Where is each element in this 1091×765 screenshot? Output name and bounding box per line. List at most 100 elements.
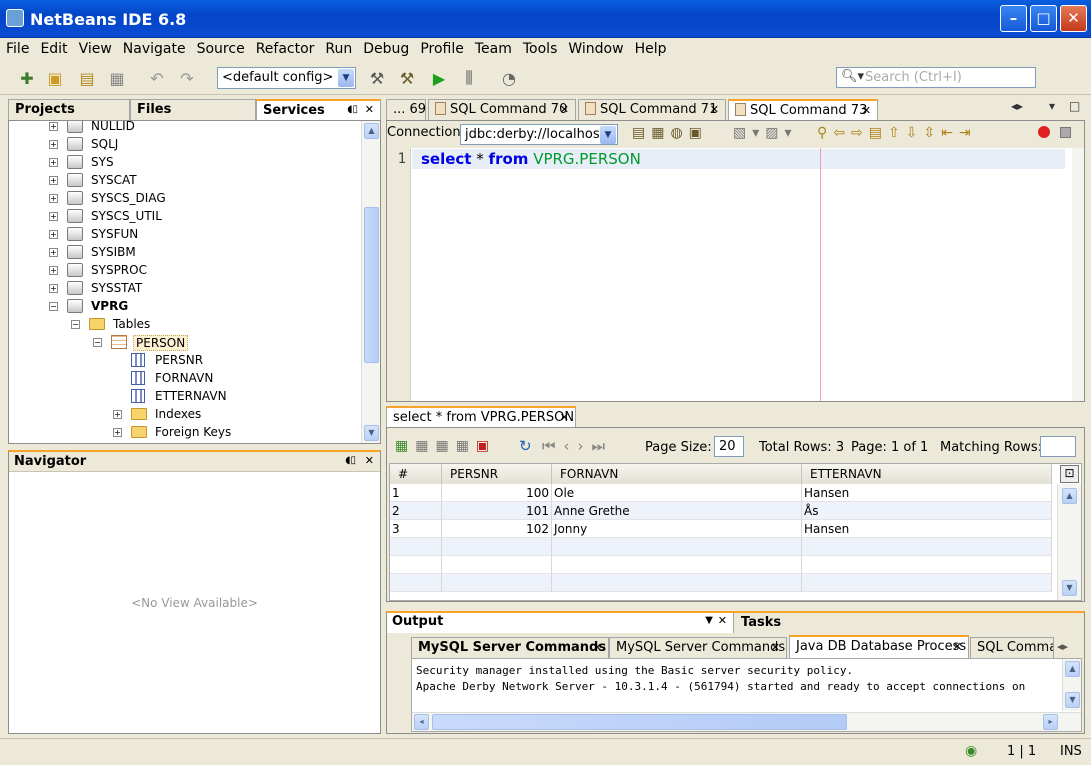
column-header[interactable]: PERSNR: [442, 464, 552, 484]
table-cell[interactable]: [442, 538, 552, 556]
table-cell[interactable]: Anne Grethe: [552, 502, 802, 520]
tree-column-fornavn[interactable]: FORNAVN: [9, 370, 359, 388]
tree-schema-syscat[interactable]: + SYSCAT: [9, 172, 359, 190]
table-cell[interactable]: Hansen: [802, 484, 1052, 502]
menu-source[interactable]: Source: [191, 38, 250, 57]
profile-icon[interactable]: ◔: [498, 67, 520, 89]
new-file-icon[interactable]: ✚: [16, 67, 38, 89]
tab-tasks[interactable]: Tasks: [741, 615, 781, 630]
table-cell[interactable]: Ole: [552, 484, 802, 502]
table-row[interactable]: [390, 538, 1052, 556]
tab-sql-command-71[interactable]: SQL Command 71 ✕: [578, 99, 726, 120]
results-table[interactable]: # PERSNR FORNAVN ETTERNAVN 1 100 Ole Hansen 2 10…: [389, 463, 1082, 601]
table-cell[interactable]: Jonny: [552, 520, 802, 538]
scroll-down-icon[interactable]: ▼: [1062, 580, 1077, 596]
output-tab-sql[interactable]: SQL Commar: [970, 637, 1054, 658]
menu-edit[interactable]: Edit: [34, 38, 72, 57]
run-icon[interactable]: ▶: [428, 67, 450, 89]
table-cell[interactable]: [802, 556, 1052, 574]
scroll-tabs-icon[interactable]: ◂▸: [1057, 640, 1068, 653]
tab-list-icon[interactable]: ▾: [1049, 99, 1055, 113]
save-all-icon[interactable]: ▦: [106, 67, 128, 89]
table-cell[interactable]: 1: [390, 484, 442, 502]
table-row[interactable]: [390, 574, 1052, 592]
scroll-left-icon[interactable]: ◂: [414, 714, 429, 730]
tree-schema-sysibm[interactable]: + SYSIBM: [9, 244, 359, 262]
table-cell[interactable]: [390, 574, 442, 592]
tab-sql-command-73[interactable]: SQL Command 73 ✕: [728, 99, 878, 120]
table-row[interactable]: 2 101 Anne Grethe Ås: [390, 502, 1052, 520]
tree-column-persnr[interactable]: PERSNR: [9, 352, 359, 370]
maximize-button[interactable]: □: [1030, 5, 1057, 32]
editor-history-icons[interactable]: ▧▾▨▾: [733, 125, 798, 141]
tree-schema-syscs_diag[interactable]: + SYSCS_DIAG: [9, 190, 359, 208]
expand-icon[interactable]: +: [49, 176, 58, 185]
matching-rows-input[interactable]: [1040, 436, 1076, 457]
debug-icon[interactable]: ⫼: [458, 67, 480, 89]
close-icon[interactable]: ✕: [560, 103, 569, 116]
close-icon[interactable]: ✕: [593, 641, 602, 654]
tree-column-etternavn[interactable]: ETTERNAVN: [9, 388, 359, 406]
scroll-down-icon[interactable]: ▼: [1065, 692, 1080, 708]
scroll-up-icon[interactable]: ▲: [364, 123, 379, 139]
table-row[interactable]: [390, 556, 1052, 574]
menu-profile[interactable]: Profile: [414, 38, 469, 57]
close-icon[interactable]: ✕: [718, 614, 727, 627]
column-header[interactable]: #: [390, 464, 442, 484]
tree-schema-nullid[interactable]: + NULLID: [9, 121, 359, 136]
close-icon[interactable]: ✕: [953, 640, 962, 653]
page-navigation-icons[interactable]: ⏮‹›⏭: [542, 437, 613, 455]
table-cell[interactable]: 2: [390, 502, 442, 520]
tab-services[interactable]: Services ◖▯ ✕: [256, 99, 381, 120]
redo-icon[interactable]: ↷: [176, 67, 198, 89]
collapse-icon[interactable]: −: [71, 320, 80, 329]
table-cell[interactable]: [802, 538, 1052, 556]
expand-icon[interactable]: +: [49, 266, 58, 275]
page-size-input[interactable]: 20: [714, 436, 744, 457]
tree-schema-sysproc[interactable]: + SYSPROC: [9, 262, 359, 280]
tab-sql-69[interactable]: ... 69: [386, 99, 426, 120]
menu-window[interactable]: Window: [562, 38, 628, 57]
menu-tools[interactable]: Tools: [517, 38, 563, 57]
close-icon[interactable]: ✕: [710, 103, 719, 116]
row-edit-icons[interactable]: ▦▦▦▦▣: [395, 438, 496, 454]
expand-icon[interactable]: +: [49, 248, 58, 257]
close-icon[interactable]: ✕: [771, 641, 780, 654]
tab-results[interactable]: select * from VPRG.PERSON ✕: [386, 406, 576, 427]
column-chooser-icon[interactable]: ⊡: [1060, 465, 1079, 483]
menu-refactor[interactable]: Refactor: [250, 38, 320, 57]
table-row[interactable]: 1 100 Ole Hansen: [390, 484, 1052, 502]
scroll-right-icon[interactable]: ▸: [1043, 714, 1058, 730]
menu-help[interactable]: Help: [629, 38, 672, 57]
table-cell[interactable]: Hansen: [802, 520, 1052, 538]
search-input[interactable]: 🔍︎▾ Search (Ctrl+I): [836, 67, 1036, 88]
collapse-icon[interactable]: −: [93, 338, 102, 347]
expand-icon[interactable]: +: [49, 140, 58, 149]
table-cell[interactable]: 101: [442, 502, 552, 520]
menu-team[interactable]: Team: [469, 38, 517, 57]
minimize-window-icon[interactable]: ▼: [705, 615, 713, 626]
expand-icon[interactable]: +: [49, 194, 58, 203]
close-icon[interactable]: ✕: [365, 103, 374, 116]
refresh-icon[interactable]: ↻: [519, 437, 538, 455]
table-cell[interactable]: [552, 574, 802, 592]
output-console[interactable]: Security manager installed using the Bas…: [411, 658, 1082, 732]
clean-build-icon[interactable]: ⚒: [396, 67, 418, 89]
table-cell[interactable]: [390, 556, 442, 574]
tree-folder-foreign-keys[interactable]: + Foreign Keys: [9, 424, 359, 442]
expand-icon[interactable]: +: [113, 428, 122, 437]
table-cell[interactable]: 3: [390, 520, 442, 538]
tree-folder-indexes[interactable]: + Indexes: [9, 406, 359, 424]
new-project-icon[interactable]: ▣: [44, 67, 66, 89]
scroll-up-icon[interactable]: ▲: [1065, 661, 1080, 677]
output-tab-javadb[interactable]: Java DB Database Process ✕: [789, 635, 969, 658]
tree-schema-sysfun[interactable]: + SYSFUN: [9, 226, 359, 244]
tree-schema-sysstat[interactable]: + SYSSTAT: [9, 280, 359, 298]
tree-schema-syscs_util[interactable]: + SYSCS_UTIL: [9, 208, 359, 226]
tree-scrollbar[interactable]: ▲ ▼: [361, 121, 380, 443]
menu-navigate[interactable]: Navigate: [117, 38, 191, 57]
scroll-tabs-icon[interactable]: ◂▸: [1011, 99, 1023, 113]
minimize-button[interactable]: –: [1000, 5, 1027, 32]
menu-run[interactable]: Run: [319, 38, 357, 57]
config-select[interactable]: <default config> ▼: [217, 67, 356, 89]
